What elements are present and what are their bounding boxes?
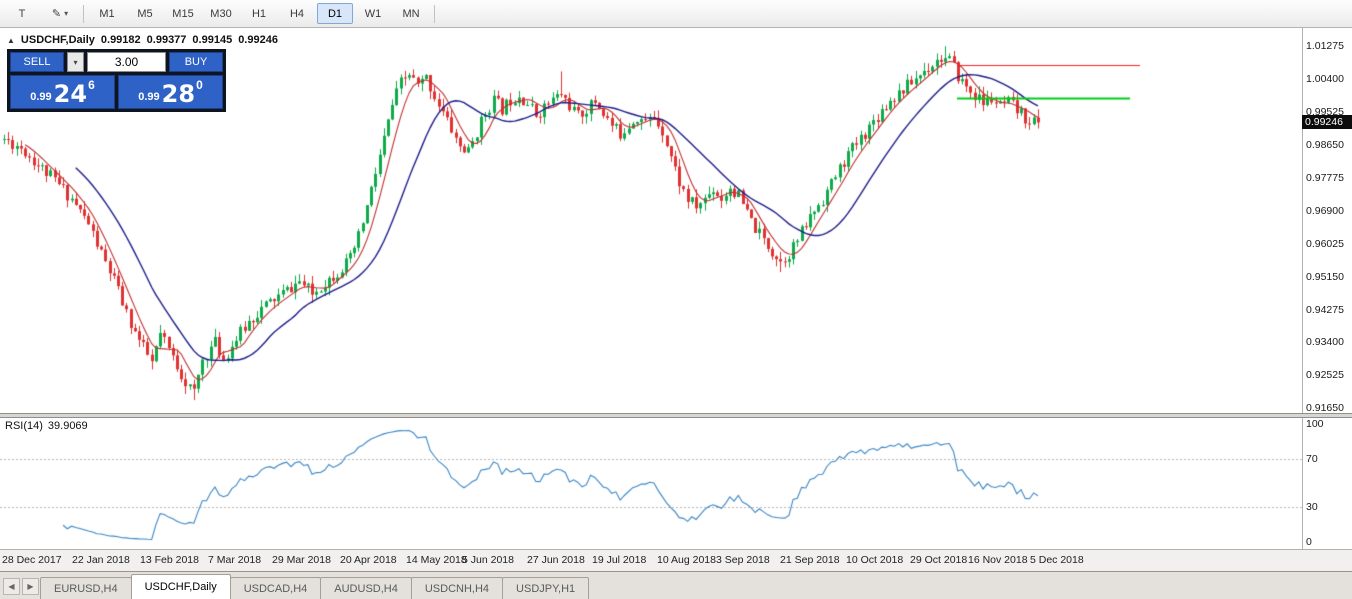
date-tick-label: 19 Jul 2018	[592, 554, 646, 566]
chart-tab-usdcad[interactable]: USDCAD,H4	[230, 577, 322, 599]
ohlc-low: 0.99145	[192, 34, 232, 46]
timeframe-group: M1M5M15M30H1H4D1W1MN	[88, 3, 430, 24]
ask-big-digits: 28	[162, 82, 195, 107]
price-axis[interactable]: 1.012751.004000.995250.986500.977750.969…	[1302, 28, 1352, 413]
rsi-chart-canvas[interactable]	[0, 418, 1352, 549]
price-axis-label: 0.96025	[1306, 238, 1344, 250]
price-axis-label: 0.94275	[1306, 304, 1344, 316]
ohlc-high: 0.99377	[147, 34, 187, 46]
price-axis-label: 0.92525	[1306, 369, 1344, 381]
timeframe-button-m15[interactable]: M15	[165, 3, 201, 24]
chart-tab-usdjpy[interactable]: USDJPY,H1	[502, 577, 589, 599]
symbol-arrow-icon: ▲	[7, 36, 15, 45]
trade-panel-price-row: 0.99 24 6 0.99 28 0	[10, 75, 223, 109]
rsi-name: RSI(14)	[5, 420, 43, 432]
date-tick-label: 16 Nov 2018	[968, 554, 1028, 566]
date-tick-label: 22 Jan 2018	[72, 554, 130, 566]
price-axis-label: 0.91650	[1306, 402, 1344, 414]
timeframe-button-m1[interactable]: M1	[89, 3, 125, 24]
date-tick-label: 10 Oct 2018	[846, 554, 903, 566]
timeframe-button-w1[interactable]: W1	[355, 3, 391, 24]
rsi-axis-label: 100	[1306, 418, 1324, 430]
main-chart-panel: ▲ USDCHF,Daily 0.99182 0.99377 0.99145 0…	[0, 28, 1352, 413]
rsi-axis[interactable]: 100 70 30 0	[1302, 418, 1352, 549]
price-axis-label: 1.01275	[1306, 40, 1344, 52]
rsi-axis-label: 70	[1306, 453, 1318, 465]
timeframe-button-h4[interactable]: H4	[279, 3, 315, 24]
price-axis-label: 0.95150	[1306, 271, 1344, 283]
top-toolbar: T ✎ ▾ M1M5M15M30H1H4D1W1MN	[0, 0, 1352, 28]
one-click-trading-panel: SELL ▾ 3.00 BUY 0.99 24 6 0.99 28 0	[7, 49, 226, 112]
bid-price-block[interactable]: 0.99 24 6	[10, 75, 115, 109]
chart-tool-icon: T	[19, 8, 26, 20]
price-axis-label: 0.96900	[1306, 205, 1344, 217]
rsi-axis-label: 0	[1306, 536, 1312, 548]
sell-button[interactable]: SELL	[10, 52, 64, 72]
date-tick-label: 10 Aug 2018	[657, 554, 716, 566]
symbol-name: USDCHF,Daily	[21, 34, 95, 46]
toolbar-separator	[434, 5, 435, 23]
draw-tool-button[interactable]: ✎ ▾	[42, 3, 78, 24]
price-axis-label: 0.97775	[1306, 172, 1344, 184]
ask-pipette: 0	[196, 77, 203, 92]
scroll-right-icon: ▶	[27, 582, 33, 591]
date-tick-label: 5 Dec 2018	[1030, 554, 1084, 566]
price-axis-label: 1.00400	[1306, 73, 1344, 85]
rsi-value: 39.9069	[48, 420, 88, 432]
trade-panel-top-row: SELL ▾ 3.00 BUY	[10, 52, 223, 72]
chart-tab-usdchf[interactable]: USDCHF,Daily	[131, 574, 231, 599]
scroll-left-icon: ◀	[8, 582, 14, 591]
date-tick-label: 20 Apr 2018	[340, 554, 397, 566]
date-tick-label: 14 May 2018	[406, 554, 467, 566]
date-tick-label: 13 Feb 2018	[140, 554, 199, 566]
price-axis-label: 0.93400	[1306, 336, 1344, 348]
timeframe-button-m5[interactable]: M5	[127, 3, 163, 24]
toolbar-separator	[83, 5, 84, 23]
rsi-indicator-panel: RSI(14) 39.9069 100 70 30 0	[0, 418, 1352, 549]
date-tick-label: 3 Sep 2018	[716, 554, 770, 566]
date-tick-label: 7 Mar 2018	[208, 554, 261, 566]
buy-button[interactable]: BUY	[169, 52, 223, 72]
date-tick-label: 27 Jun 2018	[527, 554, 585, 566]
tabs-scroll-right-button[interactable]: ▶	[22, 578, 39, 595]
date-tick-label: 29 Mar 2018	[272, 554, 331, 566]
timeframe-button-d1[interactable]: D1	[317, 3, 353, 24]
date-tick-label: 21 Sep 2018	[780, 554, 840, 566]
symbol-ohlc-line: ▲ USDCHF,Daily 0.99182 0.99377 0.99145 0…	[7, 34, 278, 46]
ohlc-open: 0.99182	[101, 34, 141, 46]
timeframe-button-m30[interactable]: M30	[203, 3, 239, 24]
timeframe-button-mn[interactable]: MN	[393, 3, 429, 24]
date-tick-label: 28 Dec 2017	[2, 554, 62, 566]
chart-tab-usdcnh[interactable]: USDCNH,H4	[411, 577, 503, 599]
ohlc-close: 0.99246	[238, 34, 278, 46]
chart-tool-button[interactable]: T	[4, 3, 40, 24]
volume-dropdown-button[interactable]: ▾	[67, 52, 84, 72]
rsi-axis-label: 30	[1306, 501, 1318, 513]
timeframe-button-h1[interactable]: H1	[241, 3, 277, 24]
chevron-down-icon: ▾	[64, 9, 68, 18]
current-price-badge: 0.99246	[1302, 115, 1352, 129]
chart-tab-audusd[interactable]: AUDUSD,H4	[320, 577, 412, 599]
date-tick-label: 29 Oct 2018	[910, 554, 967, 566]
bid-pipette: 6	[88, 77, 95, 92]
ask-prefix: 0.99	[138, 91, 159, 107]
ask-price-block[interactable]: 0.99 28 0	[118, 75, 223, 109]
rsi-indicator-label: RSI(14) 39.9069	[5, 420, 88, 432]
bid-prefix: 0.99	[30, 91, 51, 107]
chart-tab-bar: ◀ ▶ EURUSD,H4USDCHF,DailyUSDCAD,H4AUDUSD…	[0, 571, 1352, 599]
date-tick-label: 5 Jun 2018	[462, 554, 514, 566]
bid-big-digits: 24	[54, 82, 87, 107]
volume-input[interactable]: 3.00	[87, 52, 166, 72]
price-axis-label: 0.98650	[1306, 139, 1344, 151]
chart-tab-eurusd[interactable]: EURUSD,H4	[40, 577, 132, 599]
date-axis[interactable]: 28 Dec 2017 22 Jan 2018 13 Feb 2018 7 Mar 2…	[0, 549, 1352, 571]
pencil-icon: ✎	[52, 7, 61, 20]
chart-tabs: EURUSD,H4USDCHF,DailyUSDCAD,H4AUDUSD,H4U…	[40, 574, 588, 599]
tabs-scroll-left-button[interactable]: ◀	[3, 578, 20, 595]
